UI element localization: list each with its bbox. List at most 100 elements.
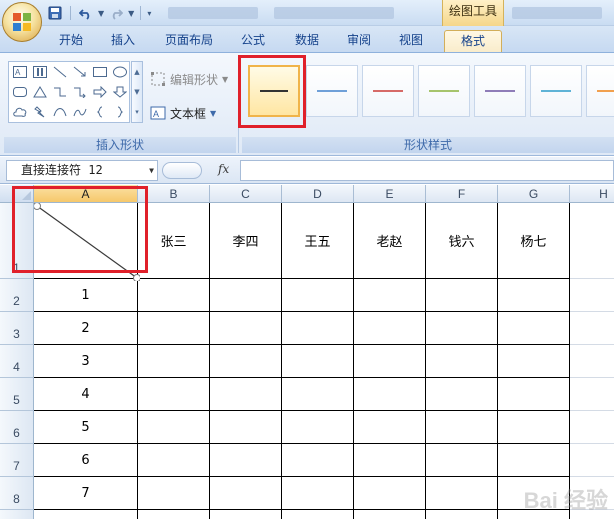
right-arrow-shape-icon[interactable] <box>90 83 110 101</box>
cell-h6[interactable] <box>570 411 614 444</box>
shape-style-swatch-3[interactable] <box>362 65 414 117</box>
cell-g9[interactable] <box>498 510 570 519</box>
undo-icon[interactable] <box>77 4 95 22</box>
cell-b1[interactable]: 张三 <box>138 203 210 279</box>
arrow-line-shape-icon[interactable] <box>70 63 90 81</box>
redo-dropdown-icon[interactable]: ▼ <box>128 9 134 18</box>
cell-d9[interactable] <box>282 510 354 519</box>
cell-e4[interactable] <box>354 345 426 378</box>
row-header-9[interactable]: 9 <box>0 510 34 519</box>
cell-b3[interactable] <box>138 312 210 345</box>
cell-g8[interactable] <box>498 477 570 510</box>
cell-g7[interactable] <box>498 444 570 477</box>
save-icon[interactable] <box>46 4 64 22</box>
cell-f6[interactable] <box>426 411 498 444</box>
down-arrow-shape-icon[interactable] <box>110 83 130 101</box>
column-header-d[interactable]: D <box>282 185 354 203</box>
row-header-4[interactable]: 4 <box>0 345 34 378</box>
cell-e5[interactable] <box>354 378 426 411</box>
cell-f5[interactable] <box>426 378 498 411</box>
gallery-scroll-up-icon[interactable]: ▲ <box>132 62 142 82</box>
cell-h1[interactable] <box>570 203 614 279</box>
connector-start-handle[interactable] <box>34 203 41 210</box>
cell-h3[interactable] <box>570 312 614 345</box>
row-header-7[interactable]: 7 <box>0 444 34 477</box>
cell-d2[interactable] <box>282 279 354 312</box>
tab-view[interactable]: 视图 <box>390 30 432 52</box>
row-header-6[interactable]: 6 <box>0 411 34 444</box>
cell-g5[interactable] <box>498 378 570 411</box>
cell-c2[interactable] <box>210 279 282 312</box>
cell-a2[interactable]: 1 <box>34 279 138 312</box>
cell-h4[interactable] <box>570 345 614 378</box>
cell-g3[interactable] <box>498 312 570 345</box>
rounded-rectangle-shape-icon[interactable] <box>10 83 30 101</box>
column-header-a[interactable]: A <box>34 185 138 203</box>
office-button[interactable] <box>2 2 42 42</box>
column-header-c[interactable]: C <box>210 185 282 203</box>
tab-page-layout[interactable]: 页面布局 <box>154 30 224 52</box>
cell-b2[interactable] <box>138 279 210 312</box>
cell-b4[interactable] <box>138 345 210 378</box>
shape-style-swatch-1[interactable] <box>248 65 300 117</box>
gallery-scroll-down-icon[interactable]: ▼ <box>132 82 142 102</box>
cell-e3[interactable] <box>354 312 426 345</box>
cell-a8[interactable]: 7 <box>34 477 138 510</box>
row-header-8[interactable]: 8 <box>0 477 34 510</box>
select-all-corner[interactable] <box>0 185 34 203</box>
cell-d3[interactable] <box>282 312 354 345</box>
row-header-3[interactable]: 3 <box>0 312 34 345</box>
cell-a9[interactable]: 8 <box>34 510 138 519</box>
tab-home[interactable]: 开始 <box>50 30 92 52</box>
triangle-shape-icon[interactable] <box>30 83 50 101</box>
cell-e6[interactable] <box>354 411 426 444</box>
cell-f4[interactable] <box>426 345 498 378</box>
curve-shape-icon[interactable] <box>50 103 70 121</box>
cell-c3[interactable] <box>210 312 282 345</box>
elbow-connector-shape-icon[interactable] <box>50 83 70 101</box>
cell-f8[interactable] <box>426 477 498 510</box>
name-box-dropdown-icon[interactable]: ▼ <box>149 161 154 180</box>
tab-insert[interactable]: 插入 <box>102 30 144 52</box>
cell-f9[interactable] <box>426 510 498 519</box>
rectangle-shape-icon[interactable] <box>90 63 110 81</box>
cell-e1[interactable]: 老赵 <box>354 203 426 279</box>
cloud-shape-icon[interactable] <box>10 103 30 121</box>
cell-a5[interactable]: 4 <box>34 378 138 411</box>
shape-style-swatch-5[interactable] <box>474 65 526 117</box>
cell-e7[interactable] <box>354 444 426 477</box>
cell-c9[interactable] <box>210 510 282 519</box>
cell-e8[interactable] <box>354 477 426 510</box>
oval-shape-icon[interactable] <box>110 63 130 81</box>
lightning-shape-icon[interactable] <box>30 103 50 121</box>
cell-d5[interactable] <box>282 378 354 411</box>
row-header-2[interactable]: 2 <box>0 279 34 312</box>
cell-a4[interactable]: 3 <box>34 345 138 378</box>
cell-d1[interactable]: 王五 <box>282 203 354 279</box>
cell-f2[interactable] <box>426 279 498 312</box>
column-header-h[interactable]: H <box>570 185 614 203</box>
insert-function-icon[interactable]: fx <box>218 162 229 176</box>
tab-data[interactable]: 数据 <box>286 30 328 52</box>
cell-e9[interactable] <box>354 510 426 519</box>
column-header-g[interactable]: G <box>498 185 570 203</box>
cell-d6[interactable] <box>282 411 354 444</box>
right-brace-shape-icon[interactable] <box>110 103 130 121</box>
column-header-f[interactable]: F <box>426 185 498 203</box>
cell-c1[interactable]: 李四 <box>210 203 282 279</box>
edit-shape-button[interactable]: 编辑形状 ▼ <box>150 69 228 89</box>
row-header-5[interactable]: 5 <box>0 378 34 411</box>
cell-c5[interactable] <box>210 378 282 411</box>
formula-input[interactable] <box>240 160 614 181</box>
column-header-b[interactable]: B <box>138 185 210 203</box>
customize-qat-icon[interactable]: ▾ <box>147 9 151 18</box>
undo-dropdown-icon[interactable]: ▼ <box>98 9 104 18</box>
textbox-shape-icon[interactable]: A <box>10 63 30 81</box>
line-shape-icon[interactable] <box>50 63 70 81</box>
vertical-textbox-shape-icon[interactable] <box>30 63 50 81</box>
cell-d4[interactable] <box>282 345 354 378</box>
cell-a7[interactable]: 6 <box>34 444 138 477</box>
cell-b6[interactable] <box>138 411 210 444</box>
cell-h7[interactable] <box>570 444 614 477</box>
cell-f7[interactable] <box>426 444 498 477</box>
